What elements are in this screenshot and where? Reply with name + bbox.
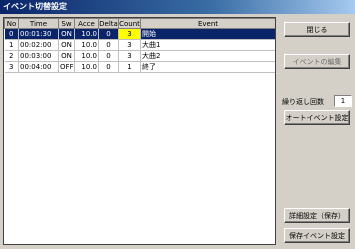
cell-sw: ON xyxy=(58,28,75,40)
cell-sw: ON xyxy=(58,39,75,51)
cell-sw: ON xyxy=(58,50,75,62)
col-header-event[interactable]: Event xyxy=(140,18,275,29)
cell-time: 00:01:30 xyxy=(18,28,59,40)
cell-delta: 0 xyxy=(98,50,119,62)
cell-sw: OFF xyxy=(58,61,75,73)
col-header-delta[interactable]: Delta xyxy=(98,18,119,29)
cell-acce: 10.0 xyxy=(74,50,99,62)
cell-acce: 10.0 xyxy=(74,39,99,51)
table-row[interactable]: 0 00:01:30 ON 10.0 0 3 開始 xyxy=(4,28,275,40)
cell-event: 大曲2 xyxy=(140,50,275,62)
spin-label: 繰り返し回数 xyxy=(282,98,324,106)
table-row[interactable]: 1 00:02:00 ON 10.0 0 3 大曲1 xyxy=(4,39,275,51)
table-row[interactable]: 2 00:03:00 ON 10.0 0 3 大曲2 xyxy=(4,50,275,62)
cell-count[interactable]: 3 xyxy=(118,28,141,40)
save-event-button[interactable]: 保存イベント設定 xyxy=(284,228,350,243)
cell-event: 開始 xyxy=(140,28,275,40)
col-header-count[interactable]: Count xyxy=(118,18,141,29)
close-button[interactable]: 閉じる xyxy=(284,22,350,37)
col-header-acce[interactable]: Acce xyxy=(74,18,99,29)
table-row[interactable]: 3 00:04:00 OFF 10.0 0 1 終了 xyxy=(4,61,275,73)
window-title: イベント切替設定 xyxy=(0,0,355,14)
cell-count: 3 xyxy=(118,39,141,51)
cell-delta: 0 xyxy=(98,28,119,40)
detail-setting-button[interactable]: 詳細設定（保存） xyxy=(284,208,350,223)
event-edit-button[interactable]: イベントの編集 xyxy=(284,54,350,69)
repeat-count-field[interactable]: 1 xyxy=(334,95,352,107)
cell-no: 1 xyxy=(4,39,19,51)
cell-no: 2 xyxy=(4,50,19,62)
col-header-time[interactable]: Time xyxy=(18,18,59,29)
cell-count: 3 xyxy=(118,50,141,62)
event-table[interactable]: No Time Sw Acce Delta Count Event 0 00:0… xyxy=(3,17,276,245)
cell-time: 00:04:00 xyxy=(18,61,59,73)
advance-setting-button[interactable]: オートイベント設定 xyxy=(284,110,350,125)
col-header-no[interactable]: No xyxy=(4,18,19,29)
cell-event: 大曲1 xyxy=(140,39,275,51)
cell-time: 00:02:00 xyxy=(18,39,59,51)
cell-time: 00:03:00 xyxy=(18,50,59,62)
cell-delta: 0 xyxy=(98,61,119,73)
cell-acce: 10.0 xyxy=(74,61,99,73)
cell-delta: 0 xyxy=(98,39,119,51)
cell-count: 1 xyxy=(118,61,141,73)
cell-event: 終了 xyxy=(140,61,275,73)
table-header-row: No Time Sw Acce Delta Count Event xyxy=(4,18,275,29)
cell-acce: 10.0 xyxy=(74,28,99,40)
col-header-sw[interactable]: Sw xyxy=(58,18,75,29)
cell-no: 3 xyxy=(4,61,19,73)
cell-no: 0 xyxy=(4,28,19,40)
